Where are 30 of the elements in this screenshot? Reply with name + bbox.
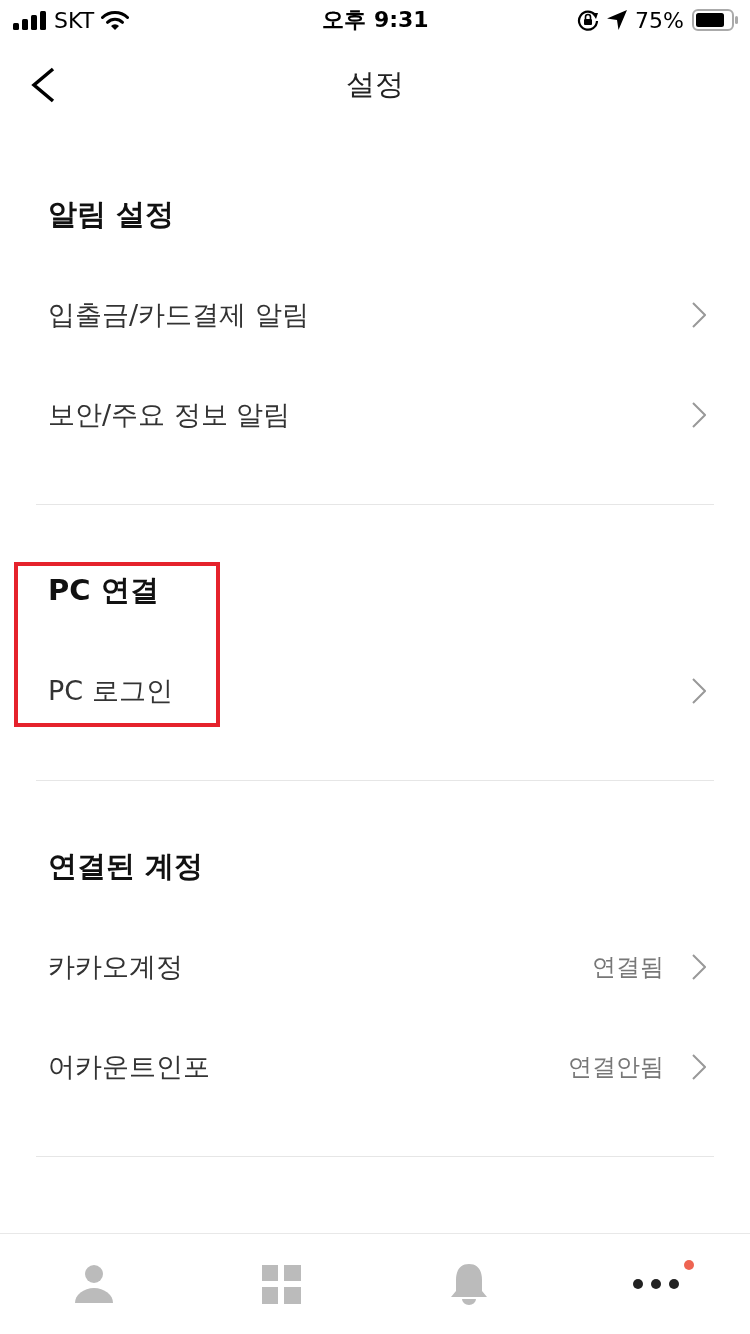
- connection-status: 연결안됨: [568, 1052, 664, 1083]
- wifi-icon: [101, 10, 130, 30]
- back-button[interactable]: [30, 66, 55, 103]
- chevron-right-icon: [692, 678, 706, 704]
- battery-percent: 75%: [635, 7, 684, 33]
- battery-icon: [692, 9, 738, 31]
- page-title: 설정: [346, 65, 404, 103]
- location-arrow-icon: [607, 10, 628, 30]
- settings-item[interactable]: 입출금/카드결제 알림: [0, 265, 750, 365]
- settings-item[interactable]: 어카운트인포 연결안됨: [0, 1017, 750, 1117]
- bell-icon: [450, 1263, 487, 1305]
- settings-item[interactable]: 카카오계정 연결됨: [0, 917, 750, 1017]
- chevron-right-icon: [692, 954, 706, 980]
- signal-icon: [13, 10, 47, 30]
- section-heading: 연결된 계정: [48, 848, 204, 885]
- person-icon: [74, 1265, 113, 1303]
- carrier-name: SKT: [54, 7, 95, 33]
- grid-icon: [261, 1264, 301, 1304]
- rotation-lock-icon: [577, 9, 600, 31]
- chevron-right-icon: [692, 302, 706, 328]
- settings-item[interactable]: PC 로그인: [0, 641, 750, 741]
- connection-status: 연결됨: [592, 952, 664, 983]
- chevron-right-icon: [692, 402, 706, 428]
- more-icon: [633, 1279, 680, 1289]
- back-chevron-icon: [30, 66, 55, 103]
- status-time: 오후 9:31: [322, 6, 429, 34]
- section-heading: 알림 설정: [48, 196, 175, 233]
- chevron-right-icon: [692, 1054, 706, 1080]
- settings-item[interactable]: 보안/주요 정보 알림: [0, 365, 750, 465]
- section-heading: PC 연결: [48, 572, 159, 609]
